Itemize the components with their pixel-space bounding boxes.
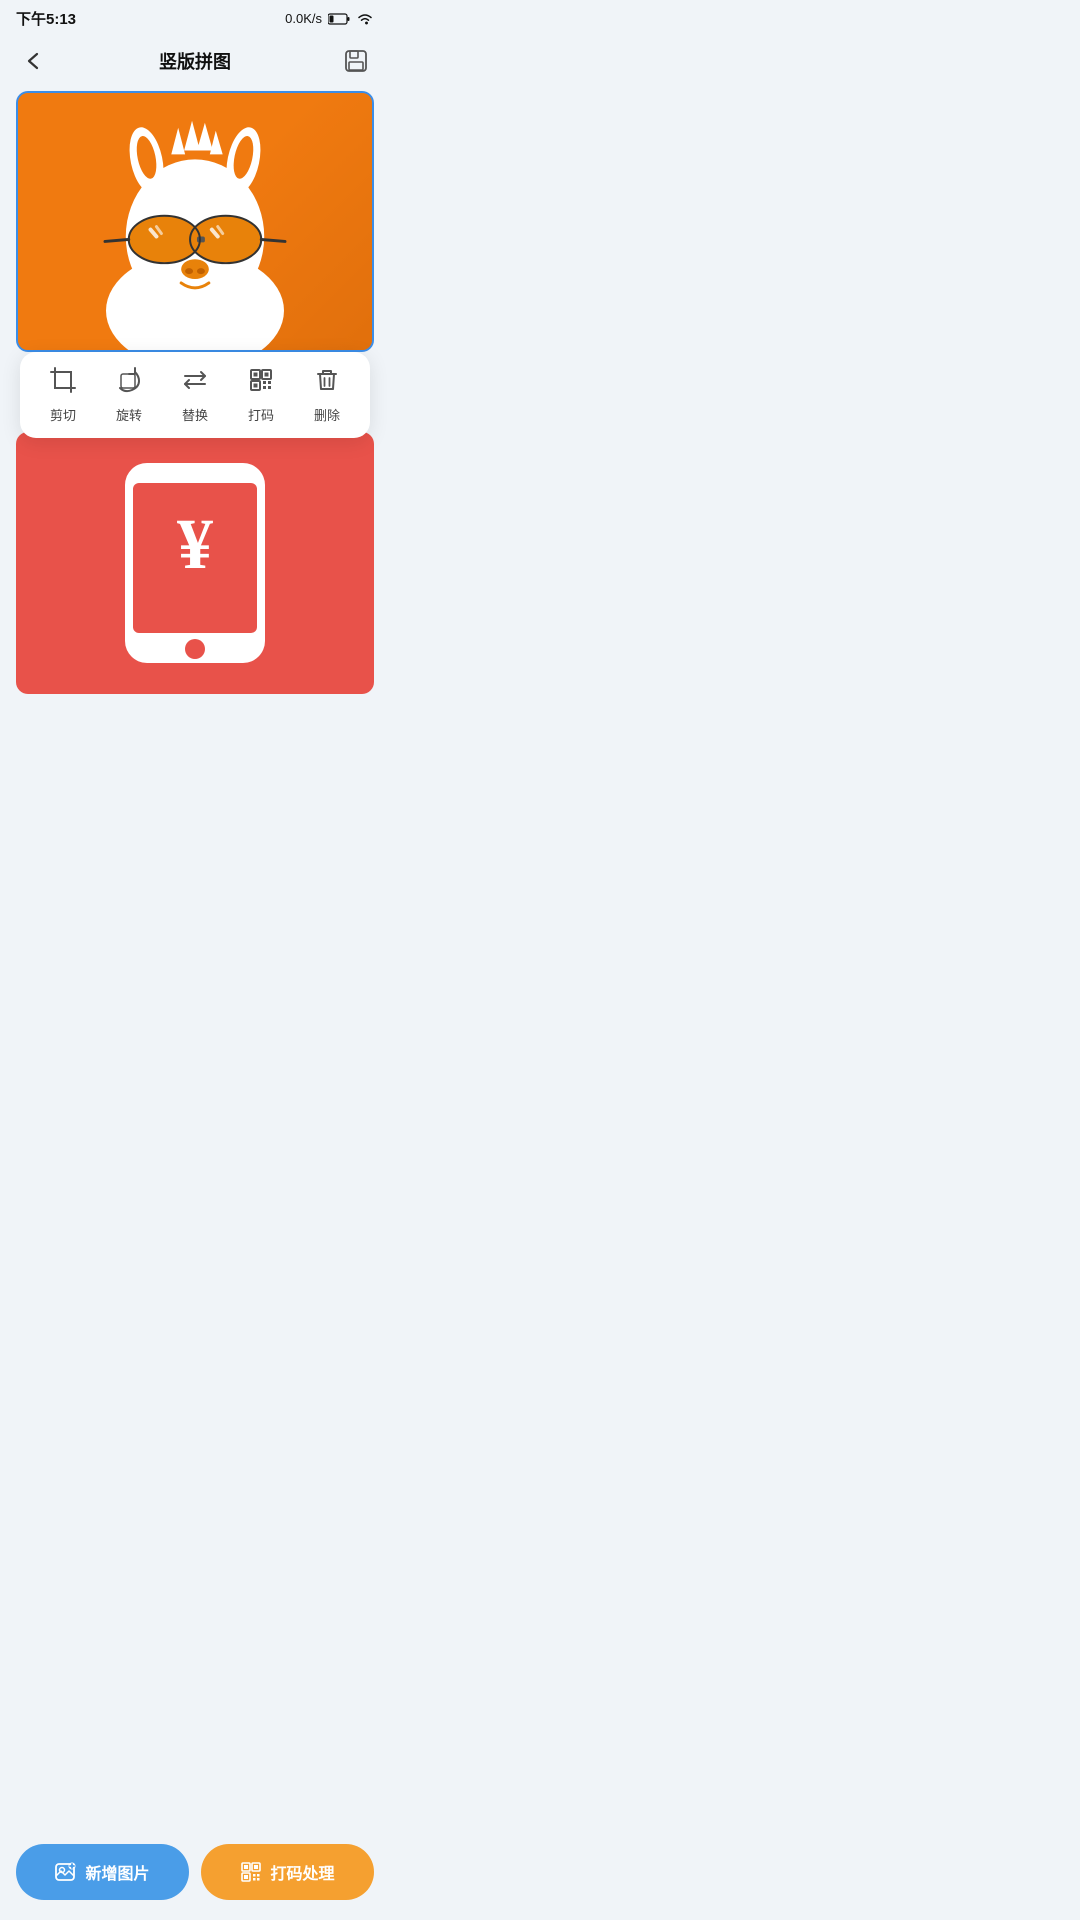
replace-label: 替换 (182, 405, 208, 424)
svg-text:¥: ¥ (177, 504, 213, 584)
code-process-label: 打码处理 (270, 1860, 334, 1884)
code-process-icon (240, 1861, 262, 1883)
save-icon (343, 48, 369, 74)
add-image-button[interactable]: 新增图片 (16, 1844, 189, 1900)
status-time: 下午5:13 (16, 8, 76, 29)
image-card-alpaca[interactable] (16, 91, 374, 352)
toolbar-crop[interactable]: 剪切 (30, 366, 96, 424)
code-process-button[interactable]: 打码处理 (201, 1844, 374, 1900)
status-bar: 下午5:13 0.0K/s (0, 0, 390, 33)
toolbar-rotate[interactable]: 旋转 (96, 366, 162, 424)
save-button[interactable] (338, 43, 374, 79)
wifi-icon (356, 12, 374, 26)
add-image-label: 新增图片 (85, 1860, 149, 1884)
bottom-bar: 新增图片 打码处理 (0, 1832, 390, 1920)
header: 竖版拼图 (0, 33, 390, 91)
alpaca-illustration (18, 93, 372, 350)
rotate-icon (115, 366, 143, 399)
code-label: 打码 (248, 405, 274, 424)
alpaca-background (18, 93, 372, 350)
toolbar-replace[interactable]: 替换 (162, 366, 228, 424)
battery-icon (328, 13, 350, 25)
image-card-payment[interactable]: ¥ (16, 432, 374, 693)
rotate-label: 旋转 (116, 405, 142, 424)
toolbar-popup: 剪切 旋转 替换 (20, 352, 370, 438)
replace-icon (181, 366, 209, 399)
code-icon (247, 366, 275, 399)
network-speed: 0.0K/s (285, 11, 322, 26)
toolbar-code[interactable]: 打码 (228, 366, 294, 424)
toolbar-delete[interactable]: 删除 (294, 366, 360, 424)
canvas-area: 剪切 旋转 替换 (0, 91, 390, 694)
status-right: 0.0K/s (285, 11, 374, 26)
crop-icon (49, 366, 77, 399)
back-button[interactable] (16, 43, 52, 79)
page-title: 竖版拼图 (159, 48, 231, 74)
delete-icon (313, 366, 341, 399)
add-image-icon (55, 1861, 77, 1883)
delete-label: 删除 (314, 405, 340, 424)
payment-illustration: ¥ (97, 458, 294, 667)
crop-label: 剪切 (50, 405, 76, 424)
